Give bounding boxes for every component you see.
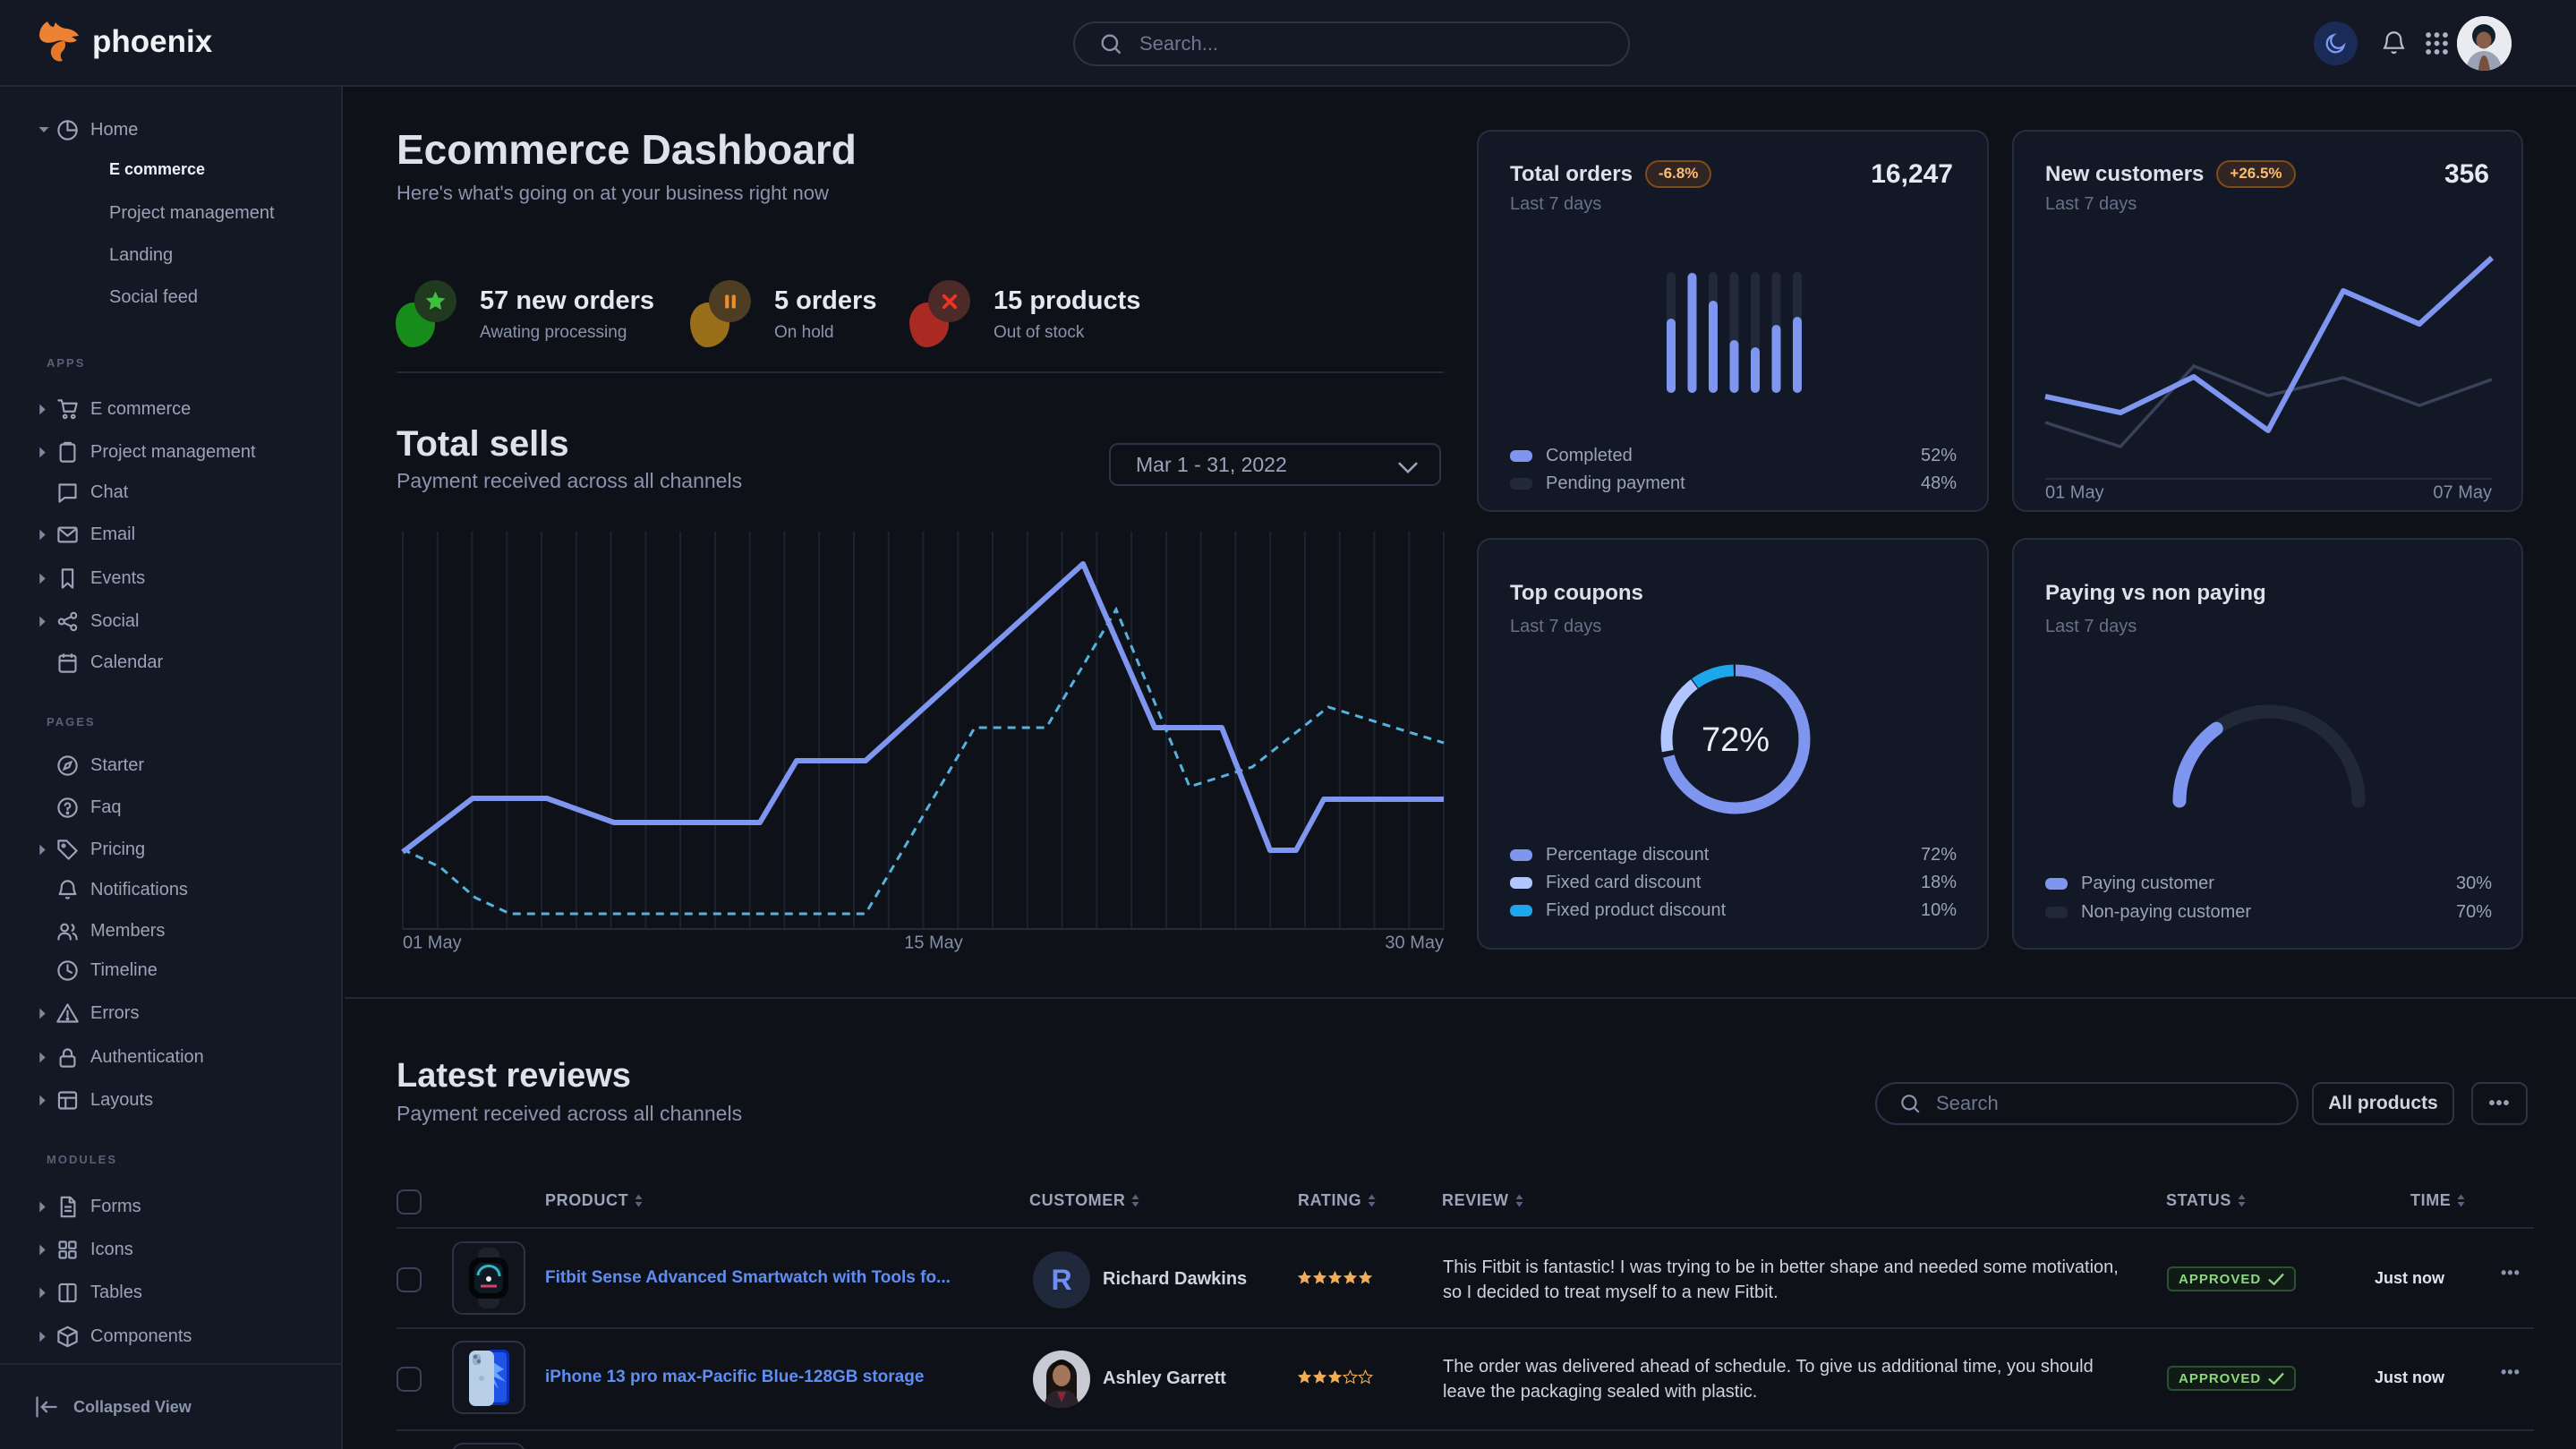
svg-text:07 May: 07 May: [2433, 483, 2492, 503]
svg-text:30 May: 30 May: [1385, 933, 1444, 953]
svg-text:01 May: 01 May: [2045, 483, 2104, 503]
svg-text:15 May: 15 May: [904, 933, 963, 953]
svg-text:72%: 72%: [1702, 721, 1770, 759]
svg-text:01 May: 01 May: [403, 933, 462, 953]
